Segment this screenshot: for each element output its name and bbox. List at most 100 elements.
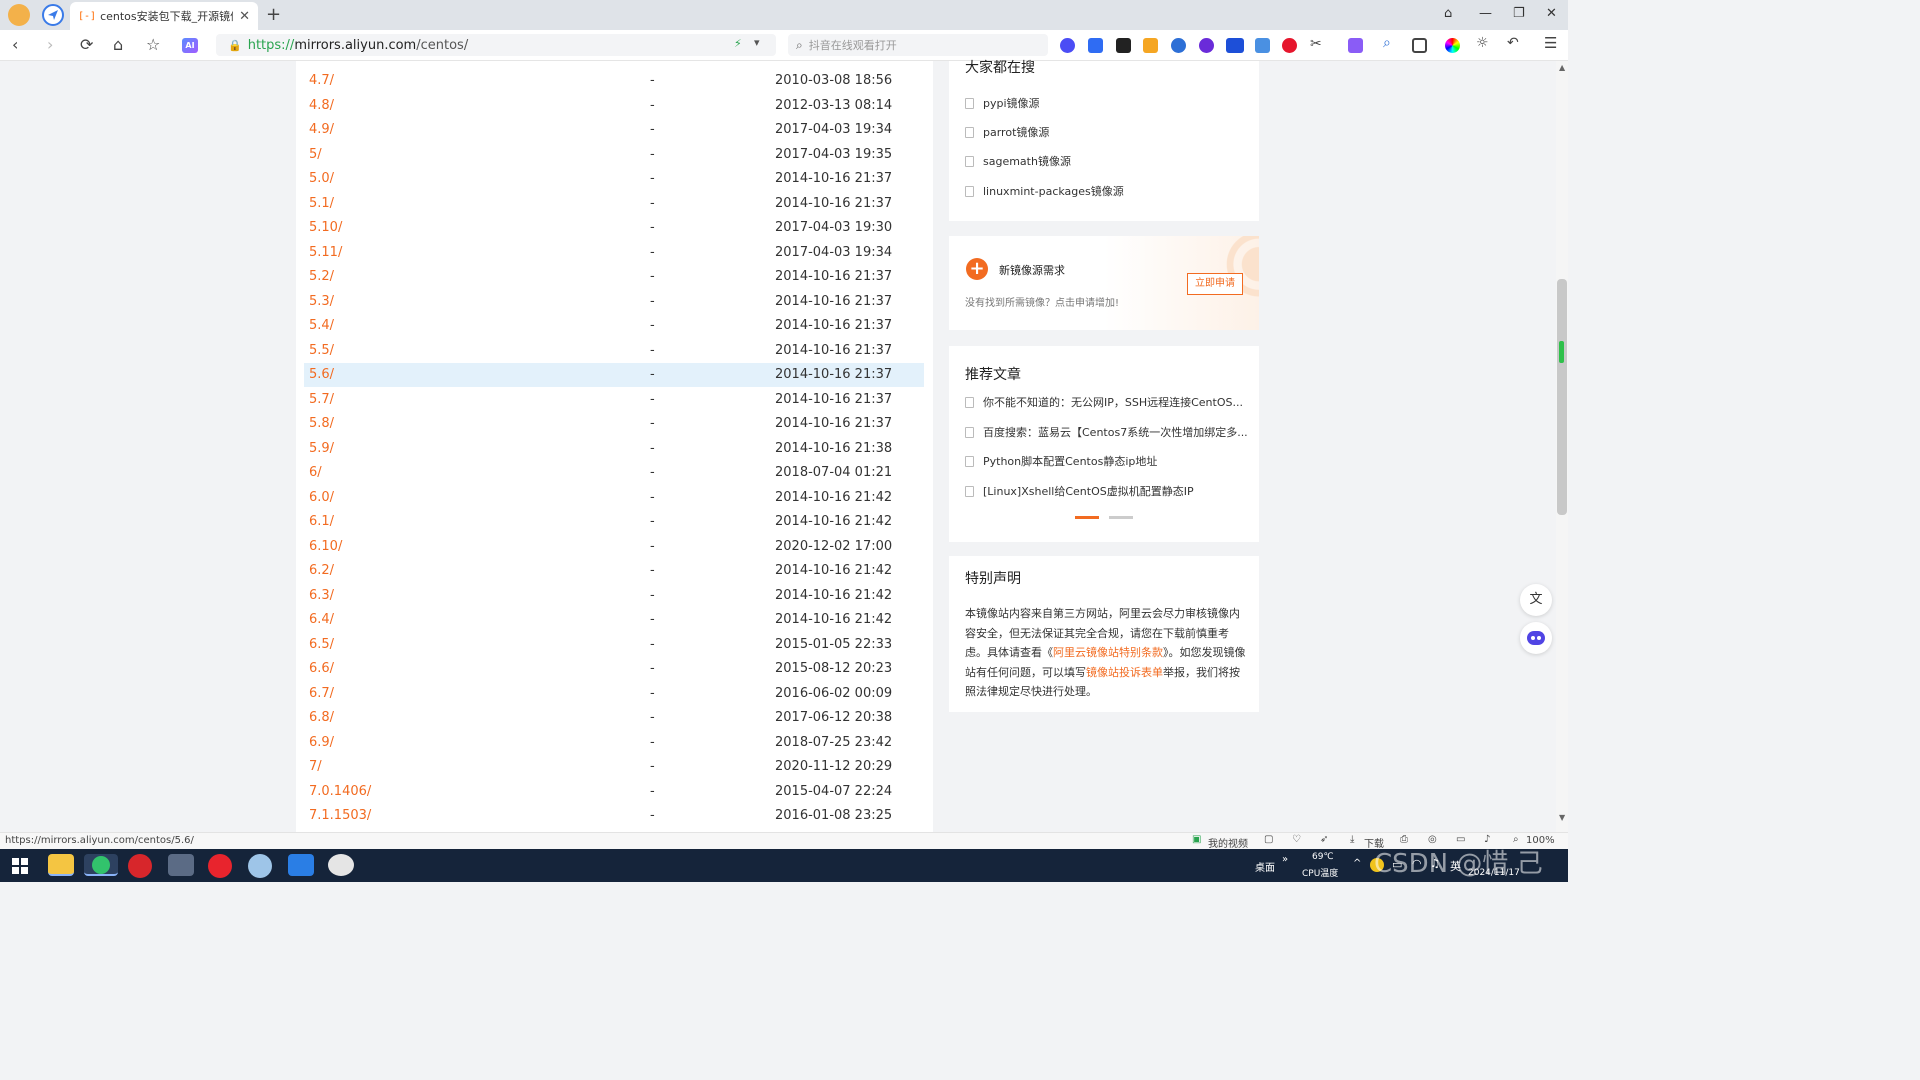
directory-link[interactable]: 5.5/: [309, 339, 334, 363]
pin-icon[interactable]: ⌂: [1444, 6, 1452, 21]
directory-link[interactable]: 6.10/: [309, 535, 342, 559]
speed-mode-icon[interactable]: ⚡: [734, 37, 742, 50]
close-tab-icon[interactable]: ✕: [239, 9, 250, 24]
restore-icon[interactable]: ❐: [1513, 6, 1525, 21]
brightness-icon[interactable]: ☼: [1476, 35, 1491, 51]
directory-link[interactable]: 4.7/: [309, 69, 334, 93]
article-item[interactable]: 你不能不知道的：无公网IP，SSH远程连接CentOS...: [965, 394, 1243, 410]
directory-link[interactable]: 6.3/: [309, 584, 334, 608]
bookmark-star-icon[interactable]: ☆: [146, 36, 160, 54]
directory-link[interactable]: 5.8/: [309, 412, 334, 436]
popular-item[interactable]: linuxmint-packages镜像源: [965, 183, 1124, 199]
translate-float-icon[interactable]: 文: [1520, 584, 1552, 616]
directory-link[interactable]: 6.0/: [309, 486, 334, 510]
user-avatar-icon[interactable]: [8, 4, 30, 26]
reload-icon[interactable]: ⟳: [80, 36, 93, 54]
desktop-label[interactable]: 桌面: [1255, 859, 1275, 874]
windows-start-icon[interactable]: [12, 858, 28, 874]
directory-link[interactable]: 5.6/: [309, 363, 334, 387]
scissors-icon[interactable]: ✂: [1310, 36, 1325, 52]
translate-extension-icon[interactable]: [1143, 38, 1158, 53]
carousel-dot[interactable]: [1109, 516, 1133, 519]
oos-extension-icon[interactable]: [1226, 38, 1244, 53]
chevron-down-icon[interactable]: ▾: [754, 36, 760, 49]
file-explorer-icon[interactable]: [48, 854, 74, 876]
back-icon[interactable]: ‹: [12, 36, 18, 54]
directory-link[interactable]: 6.6/: [309, 657, 334, 681]
chevron-right-icon[interactable]: »: [1282, 854, 1288, 865]
directory-link[interactable]: 5.3/: [309, 290, 334, 314]
camera-icon[interactable]: [168, 854, 194, 876]
ai-assistant-icon[interactable]: AI: [182, 38, 198, 53]
complaint-form-link[interactable]: 镜像站投诉表单: [1086, 666, 1163, 679]
tray-expand-icon[interactable]: ^: [1353, 858, 1361, 869]
minimize-icon[interactable]: —: [1479, 6, 1492, 21]
forward-icon[interactable]: ›: [47, 36, 53, 54]
assistant-extension-icon[interactable]: [1060, 38, 1075, 53]
carousel-dot-active[interactable]: [1075, 516, 1099, 519]
x-extension-icon[interactable]: [1116, 38, 1131, 53]
scroll-up-icon[interactable]: ▲: [1559, 63, 1565, 72]
article-item[interactable]: Python脚本配置Centos静态ip地址: [965, 453, 1157, 469]
tab-centos[interactable]: [-] centos安装包下载_开源镜像站- ✕: [70, 2, 258, 30]
directory-link[interactable]: 7/: [309, 755, 322, 779]
grid-apps-icon[interactable]: [1412, 38, 1427, 53]
color-extension-icon[interactable]: [1445, 38, 1460, 53]
popular-item[interactable]: pypi镜像源: [965, 95, 1040, 111]
scrollbar-thumb[interactable]: [1557, 279, 1567, 515]
directory-link[interactable]: 5.4/: [309, 314, 334, 338]
search-box[interactable]: ⌕ 抖音在线观看打开: [788, 34, 1048, 56]
directory-link[interactable]: 6.9/: [309, 731, 334, 755]
directory-link[interactable]: 5.2/: [309, 265, 334, 289]
download-icon[interactable]: ⤓: [1350, 834, 1354, 845]
directory-link[interactable]: 5.0/: [309, 167, 334, 191]
paint-icon[interactable]: [248, 854, 272, 878]
menu-icon[interactable]: ☰: [1544, 34, 1559, 52]
directory-link[interactable]: 5.10/: [309, 216, 342, 240]
weibo-icon[interactable]: [1282, 38, 1297, 53]
undo-icon[interactable]: ↶: [1507, 35, 1522, 51]
directory-link[interactable]: 5/: [309, 143, 322, 167]
image-icon[interactable]: ▢: [1264, 834, 1273, 845]
netease-music-icon[interactable]: [208, 854, 232, 878]
browser-taskbar-icon[interactable]: [84, 854, 118, 876]
directory-link[interactable]: 5.7/: [309, 388, 334, 412]
home-icon[interactable]: ⌂: [113, 36, 123, 54]
shield-extension-icon[interactable]: [1171, 38, 1186, 53]
directory-link[interactable]: 6.4/: [309, 608, 334, 632]
cloud-app-icon[interactable]: [328, 854, 354, 876]
directory-link[interactable]: 4.9/: [309, 118, 334, 142]
popular-item[interactable]: sagemath镜像源: [965, 153, 1071, 169]
popular-item[interactable]: parrot镜像源: [965, 124, 1049, 140]
directory-link[interactable]: 6.2/: [309, 559, 334, 583]
video-icon[interactable]: ▣: [1192, 834, 1201, 845]
ai-bot-float-icon[interactable]: [1520, 622, 1552, 654]
directory-link[interactable]: 7.0.1406/: [309, 780, 371, 804]
directory-link[interactable]: 5.11/: [309, 241, 342, 265]
directory-link[interactable]: 6.8/: [309, 706, 334, 730]
directory-link[interactable]: 7.1.1503/: [309, 804, 371, 828]
rocket-icon[interactable]: ➶: [1320, 834, 1328, 845]
vertical-scrollbar[interactable]: ▲ ▼: [1556, 61, 1568, 832]
directory-link[interactable]: 6.5/: [309, 633, 334, 657]
remote-desktop-icon[interactable]: [288, 854, 314, 876]
word-extension-icon[interactable]: [1088, 38, 1103, 53]
directory-link[interactable]: 6/: [309, 461, 322, 485]
wps-icon[interactable]: [128, 854, 152, 878]
article-item[interactable]: [Linux]Xshell给CentOS虚拟机配置静态IP: [965, 483, 1194, 499]
mirror-terms-link[interactable]: 阿里云镜像站特别条款: [1053, 646, 1163, 659]
mail-icon[interactable]: [1255, 38, 1270, 53]
my-video-label[interactable]: 我的视频: [1208, 835, 1248, 850]
app-extension-icon[interactable]: [1348, 38, 1363, 53]
directory-link[interactable]: 5.9/: [309, 437, 334, 461]
directory-link[interactable]: 4.8/: [309, 94, 334, 118]
circle-extension-icon[interactable]: [1199, 38, 1214, 53]
magnifier-extension-icon[interactable]: ⌕: [1383, 35, 1398, 51]
close-window-icon[interactable]: ✕: [1546, 6, 1557, 21]
address-bar[interactable]: 🔒 https://mirrors.aliyun.com/centos/ ⚡ ▾: [216, 34, 776, 56]
scroll-down-icon[interactable]: ▼: [1559, 813, 1565, 822]
send-icon[interactable]: [42, 4, 64, 26]
new-tab-icon[interactable]: +: [266, 4, 281, 25]
article-item[interactable]: 百度搜索：蓝易云【Centos7系统一次性增加绑定多...: [965, 424, 1248, 440]
apply-button[interactable]: 立即申请: [1187, 273, 1243, 295]
